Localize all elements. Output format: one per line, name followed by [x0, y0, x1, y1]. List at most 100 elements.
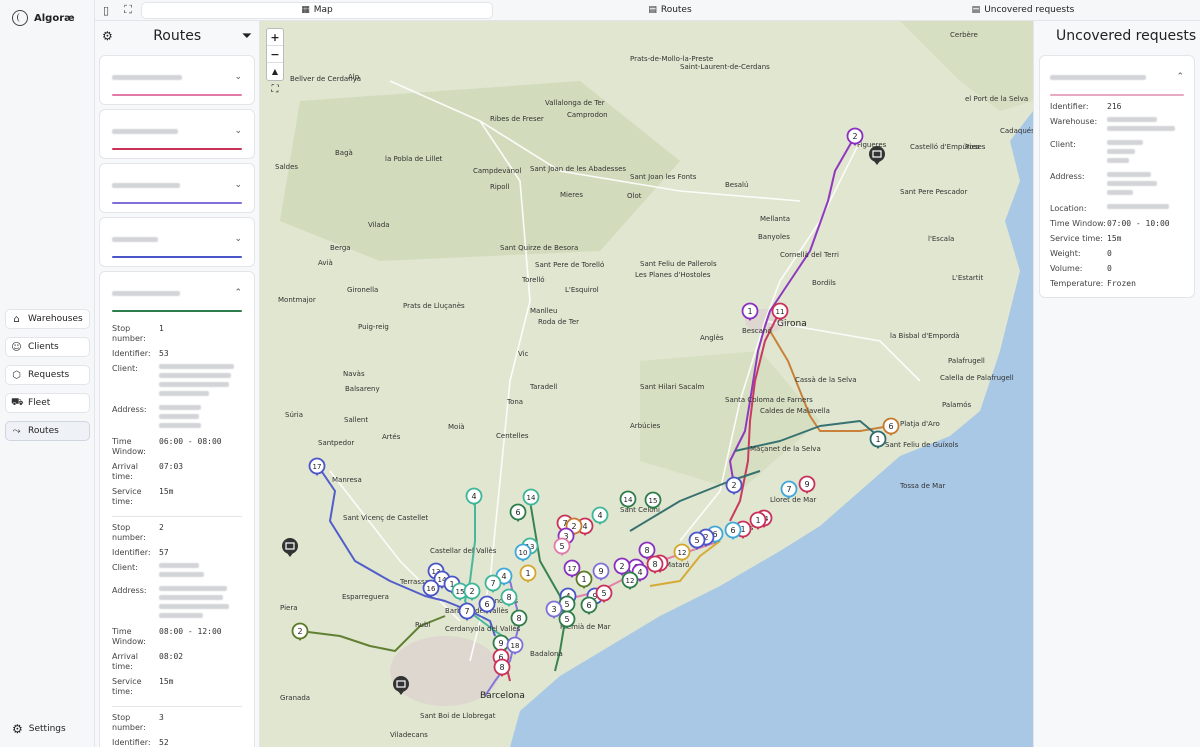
place-label: Sant Vicenç de Castellet	[343, 514, 428, 522]
place-label: Torelló	[521, 276, 545, 284]
place-label: Cerbère	[950, 31, 978, 39]
place-label: Lloret de Mar	[770, 496, 816, 504]
place-label: Gironella	[347, 286, 378, 294]
route-card[interactable]: ⌄	[99, 109, 255, 159]
uncovered-requests-panel: Uncovered requests ⌃ Identifier: 216 Ware…	[1033, 21, 1200, 747]
route-card[interactable]: ⌄	[99, 55, 255, 105]
algorae-logo-icon	[12, 10, 28, 26]
route-name-redacted	[112, 182, 180, 188]
marker-label: 6	[484, 600, 489, 609]
tab-uncovered-requests[interactable]: ▤ Uncovered requests	[847, 2, 1199, 19]
chevron-up-icon[interactable]: ⌃	[234, 288, 242, 298]
tab-routes[interactable]: ▤ Routes	[493, 2, 847, 19]
tab-label: Uncovered requests	[984, 5, 1075, 15]
route-color-line	[112, 310, 242, 312]
nav-item-fleet[interactable]: ⛟ Fleet	[5, 393, 90, 413]
place-label: Palamós	[942, 401, 972, 409]
route-name-redacted	[112, 236, 158, 242]
label: Address:	[112, 586, 147, 595]
nav-item-clients[interactable]: ☺ Clients	[5, 337, 90, 357]
place-label: Sant Joan les Fonts	[630, 173, 697, 181]
place-label: L'Esquirol	[565, 286, 599, 294]
place-label: Mieres	[560, 191, 583, 199]
zoom-out-button[interactable]: −	[267, 46, 283, 63]
map-canvas[interactable]: Cerbère Prats-de-Mollo-la-PresteSaint-Lau…	[260, 21, 1033, 747]
tab-label: Map	[313, 5, 333, 15]
tab-map[interactable]: ▦ Map	[141, 1, 493, 19]
place-label: la Pobla de Lillet	[385, 155, 443, 163]
gear-icon[interactable]: ⚙	[102, 29, 113, 43]
marker-label: 1	[755, 516, 760, 525]
compass-button[interactable]: ▲	[267, 63, 283, 80]
chevron-down-icon[interactable]: ⌄	[234, 234, 242, 244]
warehouse-pin-body	[393, 676, 409, 692]
stop-item[interactable]: Stop number: 1 Identifier: 53 Client: Addr…	[112, 318, 242, 516]
place-label: Cornellà del Terri	[780, 251, 839, 259]
app-logo[interactable]: Algoræ	[12, 10, 75, 26]
label: Temperature:	[1050, 279, 1104, 288]
marker-label: 16	[427, 585, 436, 593]
route-name-redacted	[112, 128, 178, 134]
place-label: L'Estartit	[952, 274, 983, 282]
marker-label: 5	[694, 536, 699, 545]
label: Time Window:	[112, 627, 146, 646]
client-redacted	[1107, 140, 1184, 167]
uncovered-request-card[interactable]: ⌃ Identifier: 216 Warehouse: Client: Addr…	[1039, 55, 1195, 298]
chevron-down-icon[interactable]: ⌄	[234, 72, 242, 82]
label: Identifier:	[112, 738, 151, 747]
filter-icon[interactable]: ⏷	[242, 29, 252, 44]
fullscreen-icon[interactable]: ⛶	[267, 84, 283, 100]
table-icon: ▤	[648, 5, 657, 15]
stop-item[interactable]: Stop number:3 Identifier:52 Client:	[112, 706, 242, 747]
nav-item-warehouses[interactable]: ⌂ Warehouses	[5, 309, 90, 329]
map-view[interactable]: Cerbère Prats-de-Mollo-la-Preste Saint-Lau…	[260, 21, 1033, 747]
marker-label: 2	[469, 587, 474, 596]
place-label: Sallent	[344, 416, 368, 424]
marker-label: 8	[516, 614, 521, 623]
place-label: Barberà del Vallès	[445, 607, 509, 615]
place-label: Besalú	[725, 181, 748, 189]
route-card[interactable]: ⌄	[99, 217, 255, 267]
sidebar-toggle-icon[interactable]: ▯	[95, 4, 117, 17]
marker-label: 4	[471, 492, 476, 501]
map-view-icon[interactable]: ⛶	[117, 3, 139, 17]
place-label: Anglès	[700, 334, 724, 342]
chevron-down-icon[interactable]: ⌄	[234, 126, 242, 136]
warehouse-pin-body	[869, 146, 885, 162]
marker-label: 1	[747, 307, 752, 316]
place-label: Bagà	[335, 149, 353, 157]
zoom-in-button[interactable]: +	[267, 29, 283, 46]
route-name-redacted	[112, 290, 180, 296]
stop-item[interactable]: Stop number: 2 Identifier: 57 Client: Addr…	[112, 516, 242, 706]
client-redacted	[159, 364, 242, 400]
place-label: Vic	[518, 350, 529, 358]
marker-label: 6	[515, 508, 520, 517]
label: Client:	[1050, 140, 1076, 149]
route-card-expanded[interactable]: ⌃ Stop number: 1 Identifier: 53 Client: Ad…	[99, 271, 255, 747]
marker-label: 18	[511, 642, 520, 650]
identifier-value: 216	[1107, 102, 1122, 111]
route-card[interactable]: ⌄	[99, 163, 255, 213]
place-label: Esparreguera	[342, 593, 389, 601]
address-redacted	[159, 405, 242, 432]
place-label: Montmajor	[278, 296, 316, 304]
nav-item-label: Warehouses	[28, 314, 83, 324]
left-nav: Algoræ ⌂ Warehouses ☺ Clients ⬡ Requests…	[0, 0, 95, 747]
marker-label: 5	[564, 600, 569, 609]
nav-item-requests[interactable]: ⬡ Requests	[5, 365, 90, 385]
place-label: Rubí	[415, 621, 431, 629]
route-color-line	[112, 256, 242, 258]
place-label: Les Planes d'Hostoles	[635, 271, 711, 279]
chevron-down-icon[interactable]: ⌄	[234, 180, 242, 190]
settings-button[interactable]: ⚙ Settings	[12, 722, 66, 736]
place-label: Viladecans	[390, 731, 428, 739]
chevron-up-icon[interactable]: ⌃	[1176, 72, 1184, 82]
place-label: Saint-Laurent-de-Cerdans	[680, 63, 770, 71]
marker-label: 15	[649, 497, 658, 505]
stop-number: 2	[159, 523, 164, 532]
place-label: l'Escala	[928, 235, 954, 243]
marker-label: 3	[551, 605, 556, 614]
routes-title: Routes	[153, 28, 202, 44]
label: Service time:	[112, 677, 142, 696]
nav-item-routes[interactable]: ⤳ Routes	[5, 421, 90, 441]
